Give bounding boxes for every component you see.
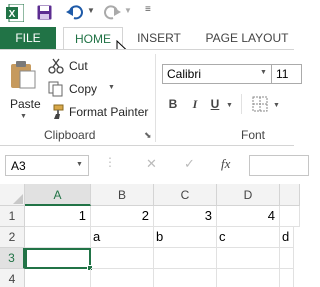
cell-b2[interactable]: a (91, 227, 154, 248)
cell-c3[interactable] (154, 248, 217, 269)
redo-dropdown-icon[interactable]: ▼ (124, 6, 132, 15)
bold-button[interactable]: B (164, 95, 182, 113)
name-box-dropdown-icon[interactable]: ▼ (76, 161, 83, 168)
row-header-3[interactable]: 3 (0, 248, 25, 269)
row-header-4[interactable]: 4 (0, 269, 25, 287)
cell-c1[interactable]: 3 (154, 206, 217, 227)
column-header-e[interactable] (280, 184, 300, 206)
cell-a2[interactable] (25, 227, 91, 248)
excel-logo-icon: X (6, 4, 24, 22)
cancel-icon[interactable]: ✕ (146, 156, 157, 172)
select-all-triangle-icon (13, 194, 23, 204)
font-size-combobox[interactable]: 11 (272, 64, 302, 84)
row-header-2[interactable]: 2 (0, 227, 25, 248)
cut-button[interactable]: Cut (48, 57, 108, 75)
copy-icon (48, 81, 63, 97)
cell-e4[interactable] (280, 269, 294, 287)
redo-icon[interactable] (103, 5, 121, 20)
font-name-combobox[interactable]: Calibri ▼ (162, 64, 272, 84)
worksheet-grid: A B C D 1 2 3 4 1 2 3 4 a b c d (0, 184, 300, 287)
customize-toolbar-icon[interactable]: ≡ (145, 4, 151, 15)
underline-button[interactable]: U (206, 95, 224, 113)
column-header-d[interactable]: D (217, 184, 280, 206)
paste-label: Paste (10, 97, 41, 111)
enter-check-icon[interactable]: ✓ (184, 156, 195, 172)
italic-button[interactable]: I (186, 95, 204, 113)
borders-icon[interactable] (252, 96, 268, 112)
format-painter-label: Format Painter (69, 105, 149, 119)
cut-label: Cut (69, 59, 88, 73)
paintbrush-icon (53, 104, 64, 119)
font-name-value: Calibri (167, 67, 202, 81)
name-box-value: A3 (11, 159, 26, 173)
cell-b4[interactable] (91, 269, 154, 287)
svg-text:X: X (9, 9, 16, 20)
column-header-b[interactable]: B (91, 184, 154, 206)
clipboard-group-label: Clipboard (44, 128, 96, 142)
borders-dropdown-icon[interactable]: ▼ (273, 102, 280, 109)
row-header-1[interactable]: 1 (0, 206, 25, 227)
group-separator (155, 54, 156, 142)
cell-b1[interactable]: 2 (91, 206, 154, 227)
tab-page-layout[interactable]: PAGE LAYOUT (200, 27, 294, 49)
ribbon: Paste ▼ Cut Copy ▼ Format Painter Clipbo… (0, 49, 302, 146)
undo-dropdown-icon[interactable]: ▼ (87, 6, 95, 15)
more-icon: ⋮ (104, 155, 117, 169)
cell-d2[interactable]: c (217, 227, 280, 248)
name-box[interactable]: A3 ▼ (5, 155, 89, 176)
tab-file[interactable]: FILE (0, 27, 56, 49)
quick-access-toolbar: X ▼ ▼ ≡ (0, 0, 294, 27)
paste-button[interactable]: Paste ▼ (6, 55, 41, 120)
cell-a4[interactable] (25, 269, 91, 287)
copy-dropdown-icon[interactable]: ▼ (108, 84, 115, 91)
cell-d4[interactable] (217, 269, 280, 287)
font-name-dropdown-icon[interactable]: ▼ (260, 69, 267, 76)
select-all-button[interactable] (0, 184, 25, 206)
tab-home[interactable]: HOME (63, 27, 123, 50)
cell-a1[interactable]: 1 (25, 206, 91, 227)
cell-a3-selected[interactable] (25, 248, 91, 269)
font-size-value: 11 (276, 67, 289, 81)
copy-button[interactable]: Copy ▼ (48, 80, 118, 98)
undo-icon[interactable] (66, 5, 84, 20)
column-header-c[interactable]: C (154, 184, 217, 206)
insert-function-button[interactable]: fx (221, 156, 230, 172)
column-header-a[interactable]: A (25, 184, 91, 206)
font-group-label: Font (241, 128, 266, 142)
cell-c4[interactable] (154, 269, 217, 287)
cell-d3[interactable] (217, 248, 280, 269)
paste-dropdown-icon[interactable]: ▼ (20, 113, 27, 120)
cell-d1[interactable]: 4 (217, 206, 280, 227)
scissors-icon (48, 58, 64, 74)
divider (241, 94, 242, 114)
ribbon-tabs: FILE HOME INSERT PAGE LAYOUT (0, 27, 294, 50)
clipboard-dialog-launcher-icon[interactable]: ⬊ (144, 130, 152, 141)
cell-e3[interactable] (280, 248, 294, 269)
cell-c2[interactable]: b (154, 227, 217, 248)
copy-label: Copy (69, 82, 98, 96)
tab-insert[interactable]: INSERT (132, 27, 186, 49)
format-painter-button[interactable]: Format Painter (48, 103, 158, 121)
cell-e2[interactable]: d (280, 227, 294, 248)
underline-dropdown-icon[interactable]: ▼ (226, 102, 233, 109)
cell-e1[interactable] (280, 206, 300, 227)
cell-b3[interactable] (91, 248, 154, 269)
formula-bar: A3 ▼ ⋮ ✕ ✓ fx (0, 146, 309, 184)
formula-input[interactable] (249, 155, 309, 176)
clipboard-icon (11, 61, 36, 89)
save-icon[interactable] (37, 5, 52, 20)
